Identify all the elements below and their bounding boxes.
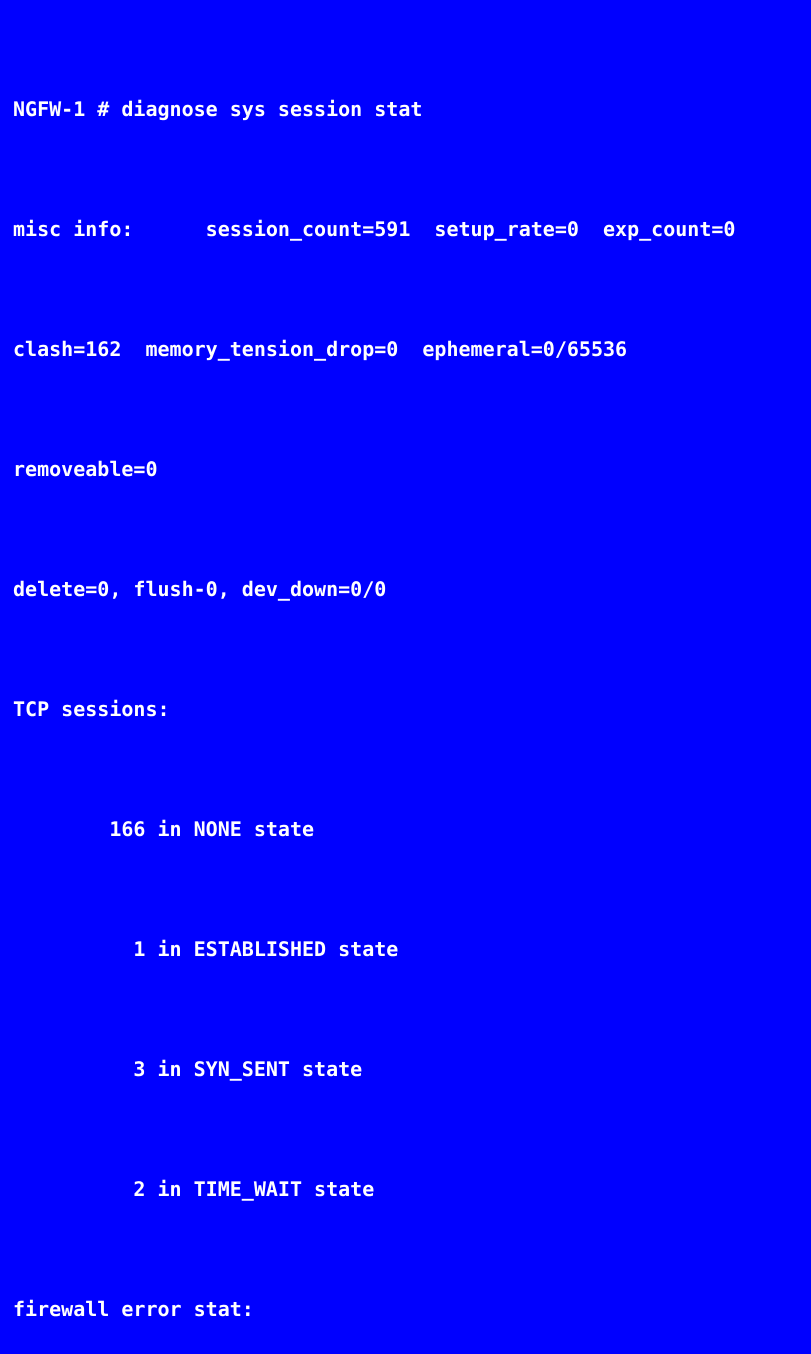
terminal-line-delete-flush-devdown: delete=0, flush-0, dev_down=0/0 — [13, 577, 387, 601]
terminal-output-pane[interactable]: NGFW-1 # diagnose sys session stat misc … — [0, 0, 811, 1321]
terminal-line-removeable: removeable=0 — [13, 457, 158, 481]
terminal-line-tcp-sessions-header: TCP sessions: — [13, 697, 170, 721]
terminal-line-state-none: 166 in NONE state — [13, 817, 315, 841]
terminal-line-firewall-error-stat-header: firewall error stat: — [13, 1297, 254, 1321]
terminal-line-state-time-wait: 2 in TIME_WAIT state — [13, 1177, 375, 1201]
terminal-line-misc-info: misc info: session_count=591 setup_rate=… — [13, 217, 736, 241]
terminal-line-clash-memory-ephemeral: clash=162 memory_tension_drop=0 ephemera… — [13, 337, 628, 361]
terminal-line-state-syn-sent: 3 in SYN_SENT state — [13, 1057, 363, 1081]
terminal-line-state-established: 1 in ESTABLISHED state — [13, 937, 399, 961]
terminal-line-prompt-command: NGFW-1 # diagnose sys session stat — [13, 97, 423, 121]
